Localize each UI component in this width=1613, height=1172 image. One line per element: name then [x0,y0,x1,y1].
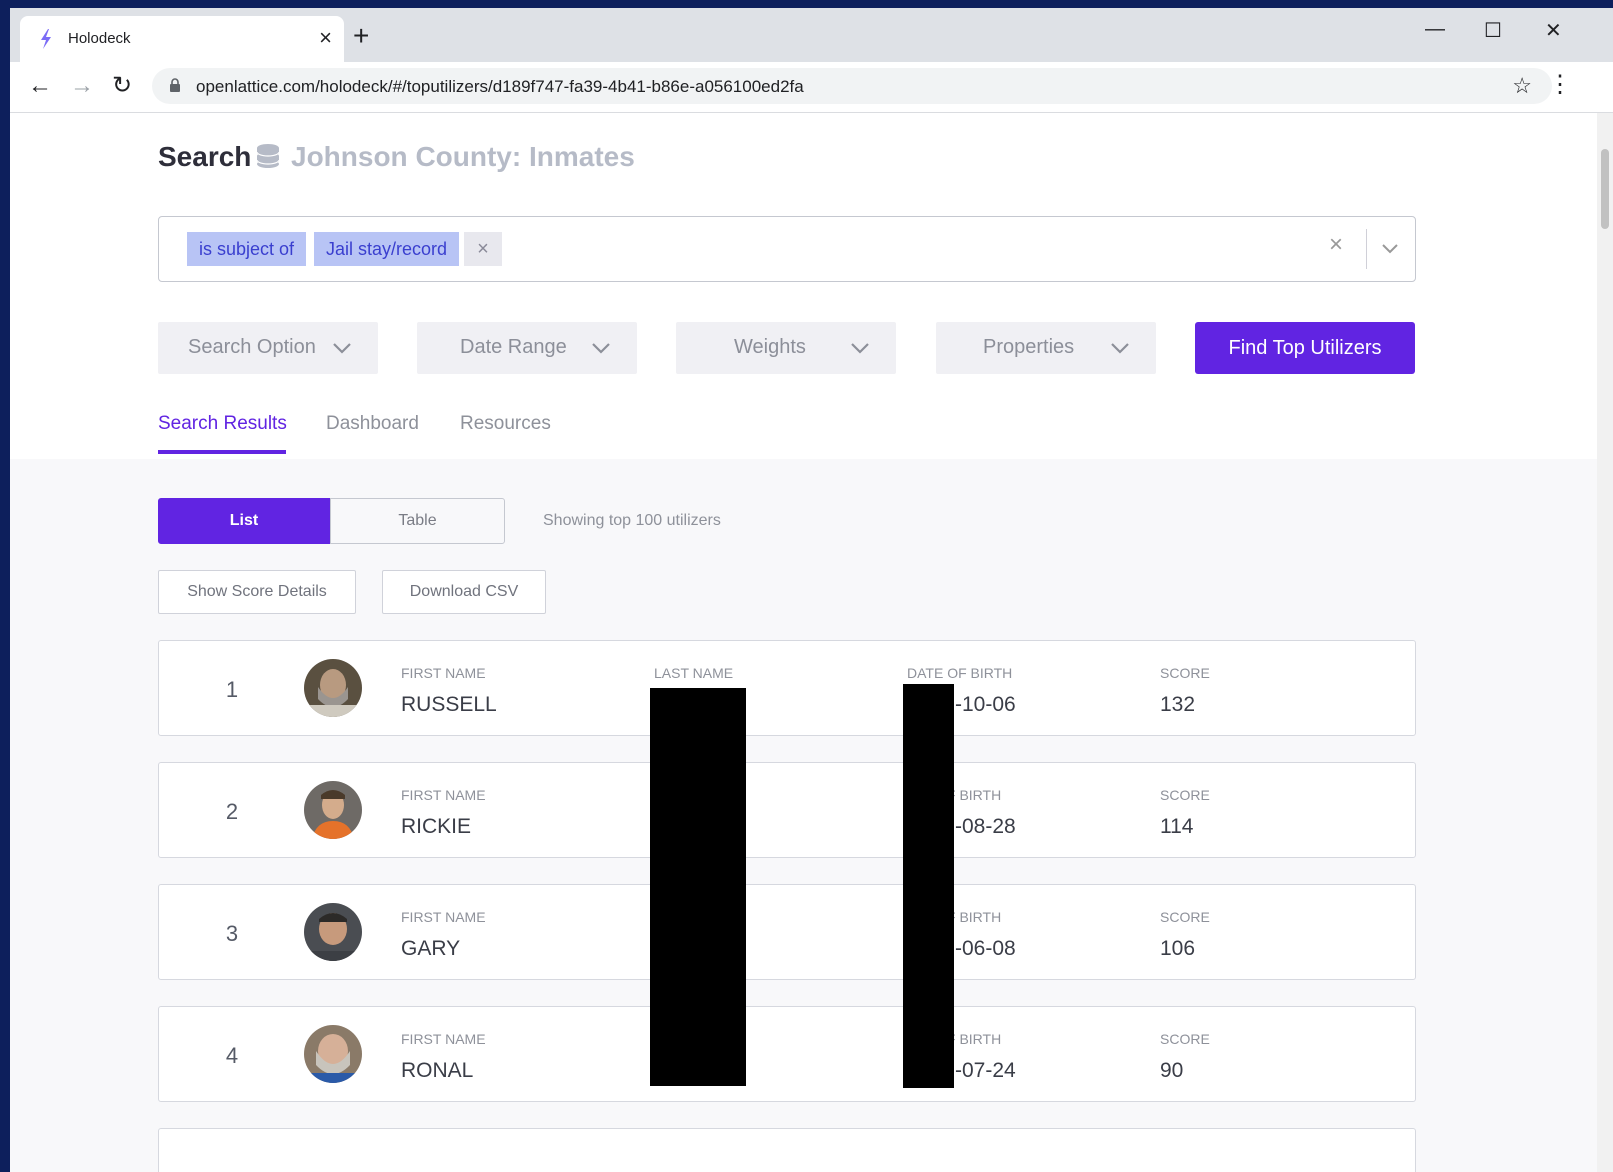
dob-value: -10-06 [955,693,1016,716]
search-box-divider [1366,229,1367,269]
database-icon [256,144,280,168]
redaction-box-last-name [650,688,746,1086]
tab-close-icon[interactable]: × [319,26,332,50]
address-bar[interactable]: openlattice.com/holodeck/#/toputilizers/… [152,68,1552,104]
scrollbar[interactable] [1597,113,1613,1172]
dob-label: F BIRTH [947,787,1002,803]
first-name-value: RUSSELL [401,693,497,716]
maximize-icon[interactable]: ☐ [1484,18,1502,43]
search-query-box[interactable]: is subject of Jail stay/record × × [158,216,1416,282]
results-area: List Table Showing top 100 utilizers Sho… [10,459,1597,1172]
first-name-label: FIRST NAME [401,665,486,681]
browser-toolbar: ← → ↻ openlattice.com/holodeck/#/toputil… [10,62,1613,113]
first-name-label: FIRST NAME [401,909,486,925]
active-tab-indicator [158,450,286,454]
dob-value: -06-08 [955,937,1016,960]
back-icon[interactable]: ← [28,72,52,100]
tab-resources[interactable]: Resources [460,413,551,435]
score-label: SCORE [1160,665,1210,681]
forward-icon[interactable]: → [70,72,94,100]
tab-title: Holodeck [68,30,131,47]
new-tab-button[interactable]: + [353,22,369,50]
url-text: openlattice.com/holodeck/#/toputilizers/… [196,77,804,96]
weights-dropdown[interactable]: Weights [676,322,896,374]
bookmark-star-icon[interactable]: ☆ [1512,73,1532,99]
search-option-label: Search Option [188,336,316,358]
scrollbar-thumb[interactable] [1601,149,1609,229]
page-title: Search [158,141,252,172]
find-top-utilizers-button[interactable]: Find Top Utilizers [1195,322,1415,374]
first-name-label: FIRST NAME [401,1031,486,1047]
rank-number: 4 [225,1043,239,1068]
dob-value: -07-24 [955,1059,1016,1082]
first-name-value: GARY [401,937,461,960]
rank-number: 2 [225,799,239,824]
dataset-name: Johnson County: Inmates [291,141,635,172]
minimize-icon[interactable]: — [1425,18,1445,41]
results-count-text: Showing top 100 utilizers [543,512,721,529]
rank-number: 1 [225,677,239,702]
chevron-down-icon [1111,343,1129,354]
rank-number: 3 [225,921,239,946]
result-row[interactable]: 2 FIRST NAME RICKIE F BIRTH -08-28 SCORE… [158,762,1416,858]
score-value: 106 [1160,937,1196,960]
properties-dropdown[interactable]: Properties [936,322,1156,374]
score-label: SCORE [1160,1031,1210,1047]
browser-window: Holodeck × + — ☐ ✕ ← → ↻ openlattice.com… [10,8,1613,1172]
score-value: 90 [1160,1059,1184,1082]
table-view-button[interactable]: Table [330,498,505,544]
avatar [304,781,362,839]
dob-label: DATE OF BIRTH [907,665,1013,681]
download-csv-button[interactable]: Download CSV [382,570,546,614]
avatar [304,903,362,961]
score-value: 114 [1160,815,1194,838]
window-close-icon[interactable]: ✕ [1545,18,1562,43]
chip-entity[interactable]: Jail stay/record [314,232,460,266]
browser-menu-icon[interactable]: ⋮ [1548,72,1572,98]
chip-remove-icon[interactable]: × [464,232,502,266]
date-range-dropdown[interactable]: Date Range [417,322,637,374]
result-row[interactable]: 3 FIRST NAME GARY F BIRTH -06-08 SCORE 1… [158,884,1416,980]
last-name-label: LAST NAME [654,665,734,681]
holodeck-logo-icon [41,29,51,49]
tab-dashboard[interactable]: Dashboard [326,413,419,435]
chevron-down-icon[interactable] [1381,233,1399,263]
score-value: 132 [1160,693,1196,716]
result-row[interactable]: 1 FIRST NAME RUSSELL LAST NAME DATE OF B… [158,640,1416,736]
first-name-label: FIRST NAME [401,787,486,803]
chevron-down-icon [333,343,351,354]
browser-tab[interactable]: Holodeck × [20,16,344,62]
chevron-down-icon [851,343,869,354]
show-score-details-button[interactable]: Show Score Details [158,570,356,614]
lock-icon [170,78,180,92]
weights-label: Weights [734,336,806,358]
score-label: SCORE [1160,787,1210,803]
properties-label: Properties [983,336,1075,358]
dob-label: F BIRTH [947,909,1002,925]
result-row[interactable]: 4 FIRST NAME RONAL F BIRTH -07-24 SCORE … [158,1006,1416,1102]
tab-strip: Holodeck × + — ☐ ✕ [10,8,1613,62]
search-option-dropdown[interactable]: Search Option [158,322,378,374]
avatar [304,659,362,717]
tab-search-results[interactable]: Search Results [158,413,287,435]
avatar [304,1025,362,1083]
result-row[interactable] [158,1128,1416,1172]
reload-icon[interactable]: ↻ [112,72,132,100]
clear-search-icon[interactable]: × [1329,231,1343,259]
date-range-label: Date Range [460,336,567,358]
dob-label: F BIRTH [947,1031,1002,1047]
chevron-down-icon [592,343,610,354]
score-label: SCORE [1160,909,1210,925]
first-name-value: RICKIE [401,815,472,838]
page-content: Search Johnson County: Inmates is subjec… [10,113,1613,1172]
dob-value: -08-28 [955,815,1016,838]
first-name-value: RONAL [401,1059,474,1082]
list-view-button[interactable]: List [158,498,330,544]
redaction-box-dob [903,684,954,1088]
chip-association[interactable]: is subject of [187,232,307,266]
